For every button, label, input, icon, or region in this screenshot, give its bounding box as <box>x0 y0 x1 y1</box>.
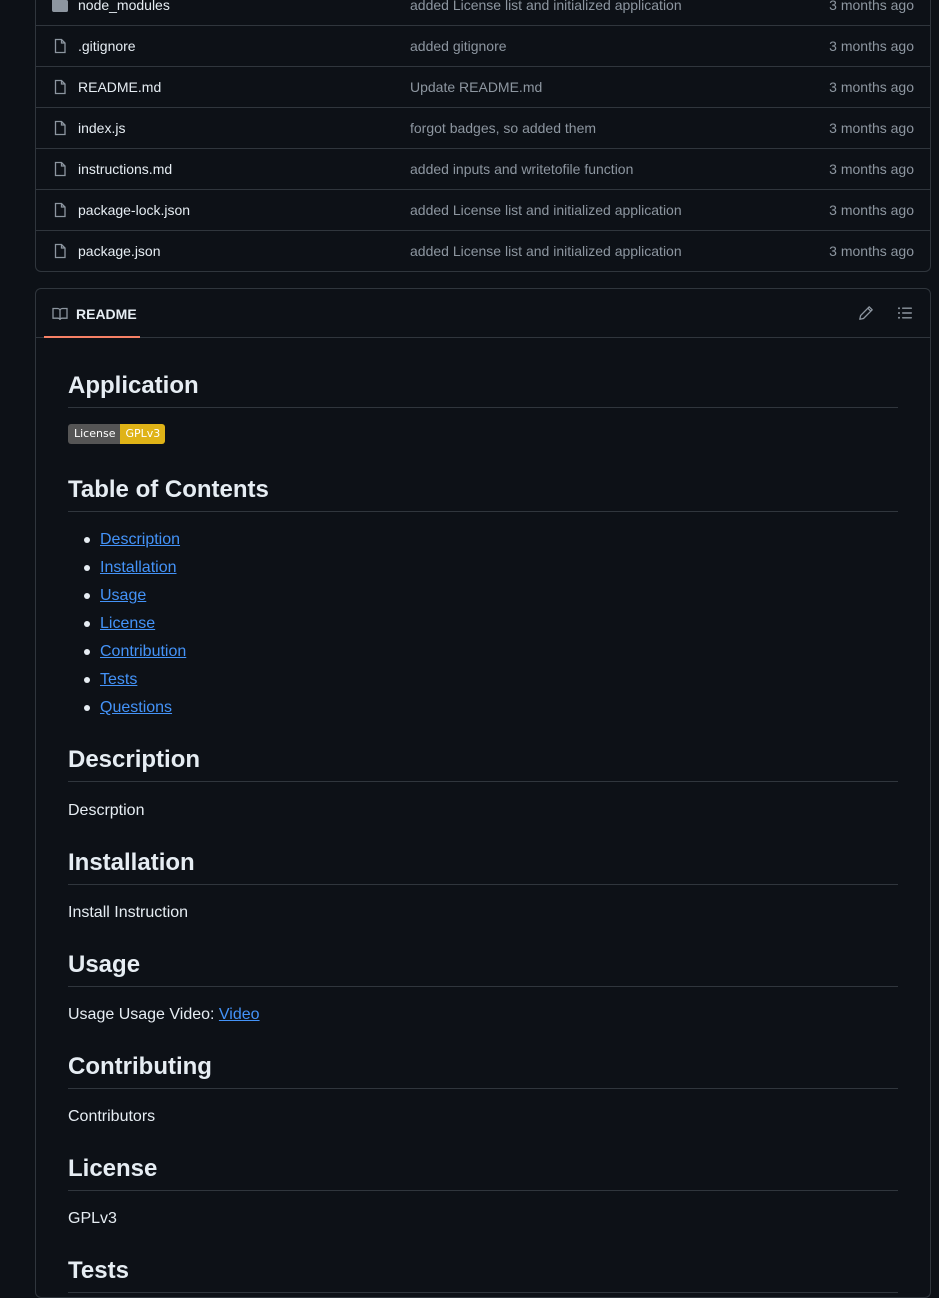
toc-heading: Table of Contents <box>68 475 898 512</box>
usage-text: Usage Usage Video: <box>68 1006 219 1023</box>
file-row-gitignore[interactable]: .gitignore added gitignore 3 months ago <box>36 25 930 66</box>
readme-header: README <box>36 289 930 338</box>
file-icon <box>54 79 66 95</box>
readme-panel: README Application License GPLv3 Table o… <box>35 288 931 1298</box>
list-item: Tests <box>68 669 186 697</box>
commit-age: 3 months ago <box>829 161 914 177</box>
toc-link-usage[interactable]: Usage <box>100 587 146 604</box>
video-link[interactable]: Video <box>219 1006 260 1023</box>
contributing-heading: Contributing <box>68 1052 898 1089</box>
commit-message[interactable]: added gitignore <box>410 38 507 54</box>
folder-icon <box>52 0 68 12</box>
list-item: Usage <box>68 585 186 613</box>
contributing-text: Contributors <box>68 1108 156 1125</box>
commit-message[interactable]: added License list and initialized appli… <box>410 202 682 218</box>
file-icon <box>54 120 66 136</box>
file-name[interactable]: package.json <box>78 243 161 259</box>
file-row-index-js[interactable]: index.js forgot badges, so added them 3 … <box>36 107 930 148</box>
installation-heading: Installation <box>68 848 898 885</box>
toc-link-installation[interactable]: Installation <box>100 559 177 576</box>
tests-heading: Tests <box>68 1256 898 1293</box>
commit-message[interactable]: forgot badges, so added them <box>410 120 596 136</box>
commit-age: 3 months ago <box>829 0 914 13</box>
file-name[interactable]: instructions.md <box>78 161 172 177</box>
list-item: Installation <box>68 557 186 585</box>
readme-title: Application <box>68 371 898 408</box>
file-row-package-json[interactable]: package.json added License list and init… <box>36 230 930 271</box>
usage-paragraph: Usage Usage Video: Video <box>68 1004 260 1026</box>
file-name[interactable]: index.js <box>78 120 125 136</box>
file-name[interactable]: node_modules <box>78 0 170 13</box>
description-text: Descrption <box>68 802 145 819</box>
commit-age: 3 months ago <box>829 79 914 95</box>
file-icon <box>54 38 66 54</box>
commit-message[interactable]: added License list and initialized appli… <box>410 0 682 13</box>
file-row-readme[interactable]: README.md Update README.md 3 months ago <box>36 66 930 107</box>
license-badge[interactable]: License GPLv3 <box>68 424 166 444</box>
list-unordered-icon[interactable] <box>897 305 913 321</box>
file-icon <box>54 161 66 177</box>
toc-list: Description Installation Usage License C… <box>68 529 186 725</box>
commit-age: 3 months ago <box>829 120 914 136</box>
file-list: node_modules added License list and init… <box>35 0 931 272</box>
file-row-node-modules[interactable]: node_modules added License list and init… <box>36 0 930 25</box>
license-heading: License <box>68 1154 898 1191</box>
toc-link-description[interactable]: Description <box>100 531 180 548</box>
file-name[interactable]: README.md <box>78 79 161 95</box>
toc-link-questions[interactable]: Questions <box>100 699 172 716</box>
book-icon <box>52 307 68 321</box>
list-item: Description <box>68 529 186 557</box>
pencil-icon[interactable] <box>858 305 874 321</box>
description-heading: Description <box>68 745 898 782</box>
toc-link-tests[interactable]: Tests <box>100 671 137 688</box>
file-name[interactable]: package-lock.json <box>78 202 190 218</box>
badge-label: License <box>68 424 121 444</box>
list-item: License <box>68 613 186 641</box>
toc-link-license[interactable]: License <box>100 615 155 632</box>
tab-readme-label: README <box>76 306 137 322</box>
commit-age: 3 months ago <box>829 38 914 54</box>
installation-text: Install Instruction <box>68 904 189 921</box>
commit-message[interactable]: added License list and initialized appli… <box>410 243 682 259</box>
commit-age: 3 months ago <box>829 243 914 259</box>
usage-heading: Usage <box>68 950 898 987</box>
file-name[interactable]: .gitignore <box>78 38 136 54</box>
file-row-instructions[interactable]: instructions.md added inputs and writeto… <box>36 148 930 189</box>
file-icon <box>54 243 66 259</box>
badge-value: GPLv3 <box>120 424 166 444</box>
tab-readme[interactable]: README <box>44 289 140 338</box>
file-icon <box>54 202 66 218</box>
commit-age: 3 months ago <box>829 202 914 218</box>
list-item: Questions <box>68 697 186 725</box>
file-row-package-lock[interactable]: package-lock.json added License list and… <box>36 189 930 230</box>
list-item: Contribution <box>68 641 186 669</box>
toc-link-contribution[interactable]: Contribution <box>100 643 186 660</box>
commit-message[interactable]: added inputs and writetofile function <box>410 161 633 177</box>
commit-message[interactable]: Update README.md <box>410 79 542 95</box>
license-text: GPLv3 <box>68 1210 117 1227</box>
